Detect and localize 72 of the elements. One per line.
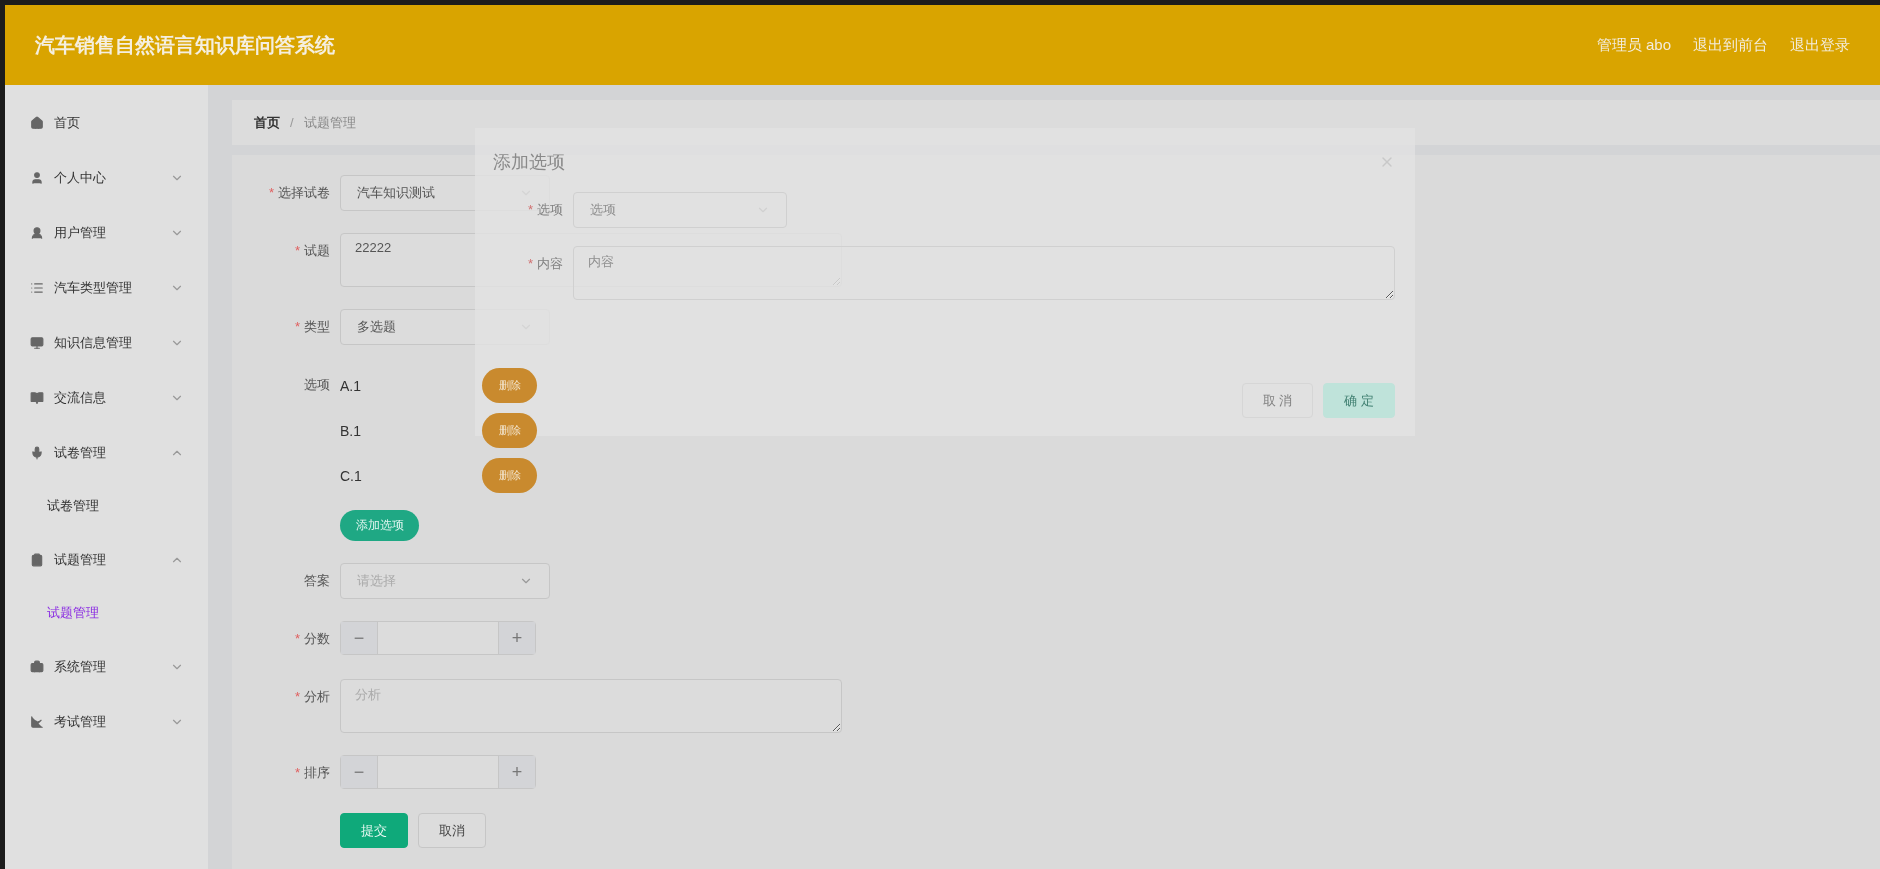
menu-item[interactable]: 个人中心 xyxy=(5,150,208,205)
user-label: 管理员 abo xyxy=(1596,35,1671,55)
minus-button[interactable]: − xyxy=(341,756,377,788)
menu-item[interactable]: 用户管理 xyxy=(5,205,208,260)
field-label: 选项 xyxy=(304,377,330,392)
menu-item[interactable]: 系统管理 xyxy=(5,639,208,694)
text-area[interactable]: 内容 xyxy=(573,246,1395,300)
menu-item[interactable]: 知识信息管理 xyxy=(5,315,208,370)
field-label: 类型 xyxy=(304,319,330,334)
monitor-icon xyxy=(30,335,44,350)
menu-item[interactable]: 汽车类型管理 xyxy=(5,260,208,315)
list-icon xyxy=(30,280,44,295)
field-label: 选择试卷 xyxy=(278,185,330,200)
required-mark: * xyxy=(527,256,533,271)
required-mark: * xyxy=(294,631,300,646)
field-label: 答案 xyxy=(304,573,330,588)
dialog-title: 添加选项 xyxy=(493,151,565,174)
menu-label: 试题管理 xyxy=(54,550,107,569)
add-option-button[interactable]: 添加选项 xyxy=(340,510,419,541)
submenu-item[interactable]: 试题管理 xyxy=(5,587,208,639)
breadcrumb-separator: / xyxy=(290,115,294,130)
menu-label: 个人中心 xyxy=(54,168,107,187)
submenu-item[interactable]: 试卷管理 xyxy=(5,480,208,532)
header-link[interactable]: 退出到前台 xyxy=(1693,35,1768,55)
field-label: 分析 xyxy=(304,689,330,704)
field-label: 试题 xyxy=(304,243,330,258)
cancel-button[interactable]: 取消 xyxy=(418,813,486,848)
required-mark: * xyxy=(294,319,300,334)
confirm-button[interactable]: 确 定 xyxy=(1323,383,1395,418)
menu-item[interactable]: 试题管理 xyxy=(5,532,208,587)
menu-label: 用户管理 xyxy=(54,223,107,242)
menu-label: 系统管理 xyxy=(54,657,107,676)
minus-button[interactable]: − xyxy=(341,622,377,654)
menu-label: 知识信息管理 xyxy=(54,333,133,352)
clipboard-icon xyxy=(30,552,44,567)
briefcase-icon xyxy=(30,659,44,674)
breadcrumb-item[interactable]: 试题管理 xyxy=(303,113,356,132)
delete-button[interactable]: 删除 xyxy=(482,413,537,448)
delete-button[interactable]: 删除 xyxy=(482,458,537,493)
select-field[interactable]: 选项 xyxy=(573,192,787,228)
number-field[interactable]: − + xyxy=(340,621,536,655)
option-text: C.1 xyxy=(340,467,363,484)
menu-label: 试卷管理 xyxy=(54,443,107,462)
number-field[interactable]: − + xyxy=(340,755,536,789)
menu-label: 考试管理 xyxy=(54,712,107,731)
person-icon xyxy=(30,170,44,185)
user-icon xyxy=(30,225,44,240)
book-icon xyxy=(30,390,44,405)
required-mark: * xyxy=(294,243,300,258)
plus-button[interactable]: + xyxy=(499,756,535,788)
menu-label: 汽车类型管理 xyxy=(54,278,133,297)
field-label: 分数 xyxy=(304,631,330,646)
menu-label: 首页 xyxy=(54,113,81,132)
home-icon xyxy=(30,115,44,130)
cancel-button[interactable]: 取 消 xyxy=(1241,383,1314,418)
menu-item[interactable]: 考试管理 xyxy=(5,694,208,749)
required-mark: * xyxy=(268,185,274,200)
menu-item[interactable]: 交流信息 xyxy=(5,370,208,425)
submit-button[interactable]: 提交 xyxy=(340,813,408,848)
option-text: B.1 xyxy=(340,422,362,439)
option-text: A.1 xyxy=(340,377,362,394)
required-mark: * xyxy=(294,765,300,780)
app-title: 汽车销售自然语言知识库问答系统 xyxy=(35,32,336,58)
field-label: 内容 xyxy=(537,256,563,271)
field-label: 排序 xyxy=(304,765,330,780)
plus-button[interactable]: + xyxy=(499,622,535,654)
required-mark: * xyxy=(294,689,300,704)
menu-item[interactable]: 试卷管理 xyxy=(5,425,208,480)
header-link[interactable]: 退出登录 xyxy=(1790,35,1850,55)
breadcrumb-item[interactable]: 首页 xyxy=(254,113,280,132)
menu-item[interactable]: 首页 xyxy=(5,95,208,150)
menu-label: 交流信息 xyxy=(54,388,107,407)
